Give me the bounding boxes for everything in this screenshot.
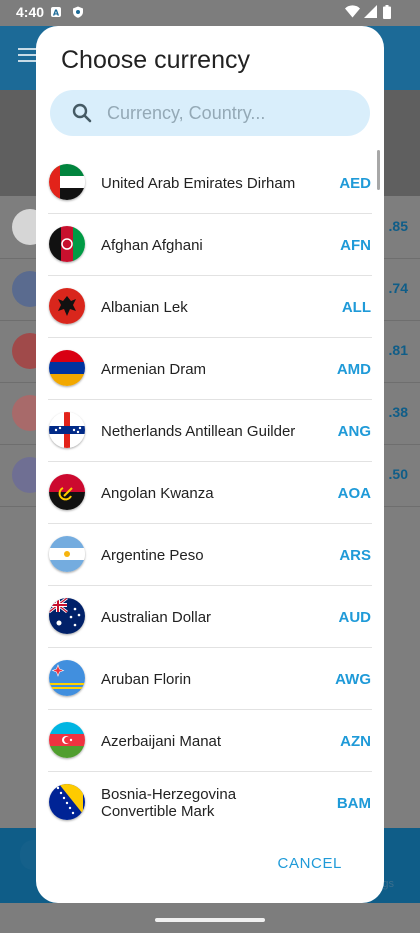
currency-item-aoa[interactable]: Angolan Kwanza AOA: [48, 462, 372, 524]
currency-item-ang[interactable]: Netherlands Antillean Guilder ANG: [48, 400, 372, 462]
background-value: .74: [388, 280, 408, 296]
currency-name: Azerbaijani Manat: [101, 732, 222, 750]
currency-name: Netherlands Antillean Guilder: [101, 422, 296, 440]
battery-icon: [383, 5, 391, 19]
background-value: .50: [388, 466, 408, 482]
flag-afghanistan-icon: [49, 226, 85, 262]
search-input[interactable]: [107, 90, 357, 136]
currency-item-aud[interactable]: Australian Dollar AUD: [48, 586, 372, 648]
background-bottom-label: gs: [382, 878, 394, 890]
currency-code: ANG: [337, 422, 371, 440]
flag-armenia-icon: [49, 350, 85, 386]
flag-uae-icon: [49, 164, 85, 200]
search-icon: [72, 103, 92, 123]
flag-aruba-icon: [49, 660, 85, 696]
flag-azerbaijan-icon: [49, 722, 85, 758]
background-value: .38: [388, 404, 408, 420]
currency-name: United Arab Emirates Dirham: [101, 174, 296, 192]
flag-argentina-icon: [49, 536, 85, 572]
notification-a-icon: A: [51, 7, 61, 18]
search-bar[interactable]: [50, 90, 370, 136]
currency-name: Armenian Dram: [101, 360, 207, 378]
currency-name: Angolan Kwanza: [101, 484, 214, 502]
dialog-title: Choose currency: [61, 46, 250, 74]
background-value: .81: [388, 342, 408, 358]
currency-item-azn[interactable]: Azerbaijani Manat AZN: [48, 710, 372, 772]
currency-code: AED: [339, 174, 371, 192]
currency-item-afn[interactable]: Afghan Afghani AFN: [48, 214, 372, 276]
currency-item-awg[interactable]: Aruban Florin AWG: [48, 648, 372, 710]
currency-name: Aruban Florin: [101, 670, 192, 688]
status-bar: 4:40 A: [0, 0, 420, 26]
shield-icon: [73, 6, 83, 18]
currency-item-amd[interactable]: Armenian Dram AMD: [48, 338, 372, 400]
currency-name: Argentine Peso: [101, 546, 204, 564]
currency-item-ars[interactable]: Argentine Peso ARS: [48, 524, 372, 586]
choose-currency-dialog: Choose currency United Arab Emirates Dir…: [36, 26, 384, 903]
currency-item-bam[interactable]: Bosnia-Herzegovina Convertible Mark BAM: [48, 772, 372, 828]
flag-netherlands-antilles-icon: [49, 412, 85, 448]
currency-code: ALL: [341, 298, 371, 316]
background-value: .85: [388, 218, 408, 234]
gesture-nav-handle[interactable]: [155, 918, 265, 922]
currency-code: AFN: [340, 236, 371, 254]
flag-australia-icon: [49, 598, 85, 634]
currency-code: AMD: [336, 360, 371, 378]
cancel-button[interactable]: CANCEL: [278, 855, 342, 872]
flag-albania-icon: [49, 288, 85, 324]
currency-code: AUD: [338, 608, 372, 626]
currency-name: Albanian Lek: [101, 298, 188, 316]
wifi-icon: [345, 5, 360, 18]
menu-icon: [18, 48, 38, 64]
currency-code: ARS: [339, 546, 371, 564]
currency-name: Australian Dollar: [101, 608, 212, 626]
status-time: 4:40: [16, 4, 45, 20]
signal-icon: [364, 5, 377, 18]
currency-item-aed[interactable]: United Arab Emirates Dirham AED: [48, 152, 372, 214]
currency-code: AZN: [340, 732, 371, 750]
flag-angola-icon: [49, 474, 85, 510]
currency-item-all[interactable]: Albanian Lek ALL: [48, 276, 372, 338]
currency-name: Bosnia-Herzegovina Convertible Mark: [101, 786, 237, 820]
currency-code: AOA: [337, 484, 371, 502]
flag-bosnia-icon: [49, 784, 85, 820]
svg-text:A: A: [53, 9, 60, 18]
currency-list: United Arab Emirates Dirham AED Afghan A…: [36, 152, 384, 828]
currency-code: AWG: [335, 670, 371, 688]
currency-code: BAM: [336, 794, 371, 812]
currency-name: Afghan Afghani: [101, 236, 203, 254]
